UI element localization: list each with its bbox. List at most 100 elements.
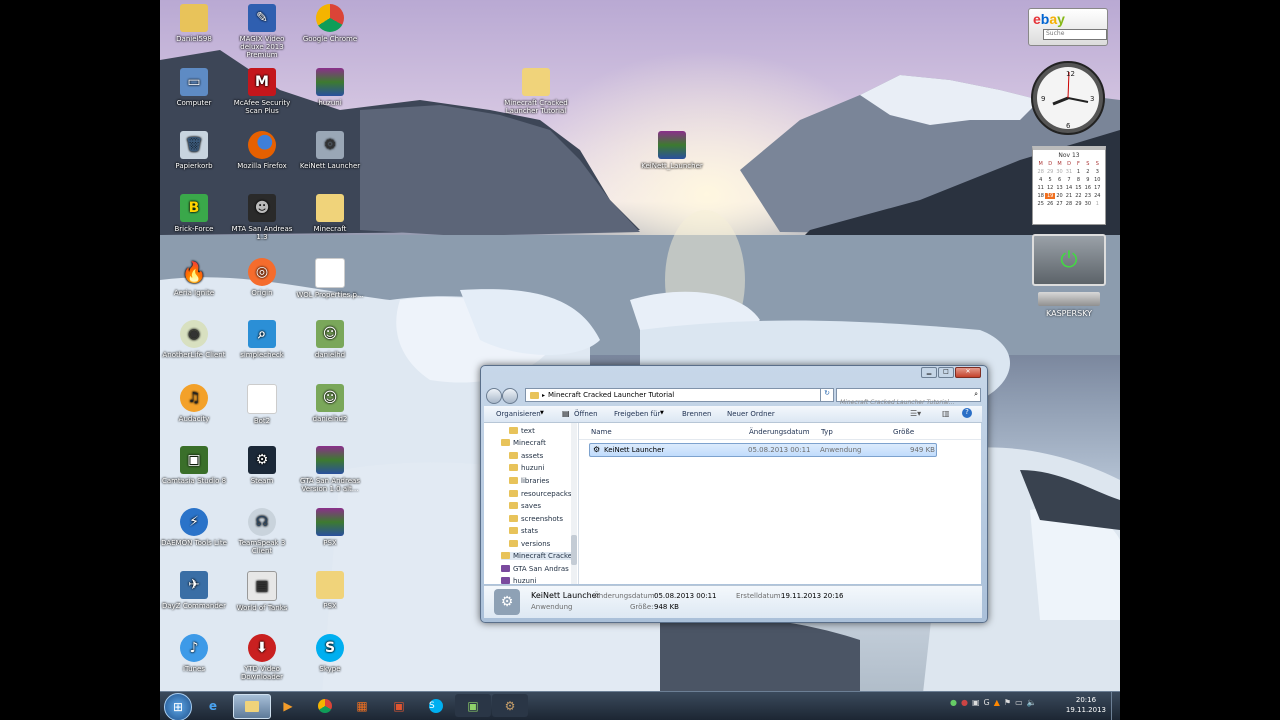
ebay-search-input[interactable]: Suche — [1043, 29, 1107, 40]
organize-menu[interactable]: Organisieren — [496, 410, 541, 418]
desktop-icon-keinett[interactable]: ⚙ KeiNett Launcher — [296, 131, 364, 170]
taskbar-app[interactable]: ▣ — [381, 694, 417, 717]
desktop-icon-keinett-floating[interactable]: KeiNett_Launcher — [638, 131, 706, 170]
calendar-day[interactable]: 22 — [1074, 193, 1083, 199]
taskbar-media-player[interactable]: ▶ — [270, 694, 306, 717]
desktop-icon-gta[interactable]: GTA San Andreas Version 1.0 alt... — [296, 446, 364, 493]
desktop-icon-danielhd2[interactable]: ☺ danielhd2 — [296, 384, 364, 423]
tree-item-minecraft-cracked[interactable]: Minecraft Cracke — [501, 552, 573, 560]
column-size[interactable]: Größe — [893, 428, 914, 436]
calendar-day[interactable]: 28 — [1064, 201, 1073, 207]
desktop-icon-anotherlife[interactable]: ◉ AnotherLife Client — [160, 320, 228, 359]
desktop-icon-computer[interactable]: ▭ Computer — [160, 68, 228, 107]
calendar-day[interactable]: 19 — [1045, 193, 1055, 199]
maximize-button[interactable]: □ — [938, 367, 954, 378]
desktop-icon-danielhd[interactable]: ☺ danielhd — [296, 320, 364, 359]
calendar-day[interactable]: 30 — [1055, 169, 1064, 175]
view-options-icon[interactable]: ☰▾ — [910, 409, 921, 418]
calendar-day[interactable]: 6 — [1055, 177, 1064, 183]
calendar-day[interactable]: 11 — [1036, 185, 1045, 191]
tree-item-resourcepacks[interactable]: resourcepacks — [509, 490, 572, 498]
show-desktop-button[interactable] — [1111, 692, 1120, 720]
calendar-day[interactable]: 27 — [1055, 201, 1064, 207]
desktop-icon-minecraft[interactable]: Minecraft — [296, 194, 364, 233]
tree-item-assets[interactable]: assets — [509, 452, 543, 460]
taskbar-explorer[interactable] — [233, 694, 271, 719]
start-button[interactable]: ⊞ — [164, 693, 192, 720]
calendar-day[interactable]: 1 — [1093, 201, 1102, 207]
calendar-day[interactable]: 15 — [1074, 185, 1083, 191]
calendar-day[interactable]: 7 — [1064, 177, 1073, 183]
desktop-icon-daniel598[interactable]: Daniel598 — [160, 4, 228, 43]
burn-button[interactable]: Brennen — [682, 410, 711, 418]
calendar-day[interactable]: 28 — [1036, 169, 1045, 175]
desktop-icon-firefox[interactable]: Mozilla Firefox — [228, 131, 296, 170]
column-type[interactable]: Typ — [821, 428, 833, 436]
volume-icon[interactable]: 🔈 — [1027, 698, 1037, 707]
calendar-day[interactable]: 25 — [1036, 201, 1045, 207]
desktop-icon-magix[interactable]: ✎ MAGIX Video deluxe 2013 Premium — [228, 4, 296, 59]
tree-item-huzuni[interactable]: huzuni — [509, 464, 544, 472]
calendar-day[interactable]: 26 — [1045, 201, 1054, 207]
calendar-day[interactable]: 10 — [1093, 177, 1102, 183]
desktop-icon-steam[interactable]: ⚙ Steam — [228, 446, 296, 485]
tree-item-huzuni-2[interactable]: huzuni — [501, 577, 536, 585]
calendar-day[interactable]: 24 — [1093, 193, 1102, 199]
taskbar-office[interactable]: ▦ — [344, 694, 380, 717]
share-menu[interactable]: Freigeben für — [614, 410, 660, 418]
calendar-day[interactable]: 5 — [1045, 177, 1054, 183]
desktop-icon-tutorial-folder[interactable]: Minecraft Cracked Launcher Tutorial — [500, 68, 572, 115]
calendar-day[interactable]: 16 — [1083, 185, 1092, 191]
back-button[interactable] — [486, 388, 502, 404]
nav-scrollbar[interactable] — [571, 423, 577, 584]
calendar-day[interactable]: 23 — [1083, 193, 1092, 199]
tray-icon[interactable]: ● — [950, 698, 957, 707]
desktop-icon-itunes[interactable]: ♪ iTunes — [160, 634, 228, 673]
flag-icon[interactable]: ⚑ — [1004, 698, 1011, 707]
file-row[interactable]: ⚙ KeiNett Launcher 05.08.2013 00:11 Anwe… — [589, 443, 937, 457]
search-input[interactable]: Minecraft Cracked Launcher Tutorial... ⌕ — [836, 388, 981, 406]
open-button[interactable]: Öffnen — [574, 410, 598, 418]
desktop-icon-bot2[interactable]: Bot2 — [228, 384, 296, 425]
address-bar[interactable]: ▸ Minecraft Cracked Launcher Tutorial — [525, 388, 821, 402]
calendar-day[interactable]: 17 — [1093, 185, 1102, 191]
tree-item-screenshots[interactable]: screenshots — [509, 515, 563, 523]
calendar-day[interactable]: 12 — [1045, 185, 1054, 191]
desktop-icon-mcafee[interactable]: M McAfee Security Scan Plus — [228, 68, 296, 115]
ebay-gadget[interactable]: ebay Suche — [1028, 8, 1108, 46]
column-date[interactable]: Änderungsdatum — [749, 428, 810, 436]
calendar-day[interactable]: 13 — [1055, 185, 1064, 191]
calendar-day[interactable]: 29 — [1045, 169, 1054, 175]
desktop-icon-origin[interactable]: ◎ Origin — [228, 258, 296, 297]
desktop-icon-camtasia[interactable]: ▣ Camtasia Studio 8 — [160, 446, 228, 485]
tree-item-libraries[interactable]: libraries — [509, 477, 549, 485]
refresh-button[interactable]: ↻ — [820, 388, 834, 402]
desktop-icon-mta[interactable]: ☻ MTA San Andreas 1.3 — [228, 194, 296, 241]
tree-item-text[interactable]: text — [509, 427, 535, 435]
desktop-icon-wot[interactable]: ▦ World of Tanks — [228, 571, 296, 612]
desktop-icon-daemon[interactable]: ⚡ DAEMON Tools Lite — [160, 508, 228, 547]
desktop-icon-psx2[interactable]: PSX — [296, 571, 364, 610]
minimize-button[interactable]: ▁ — [921, 367, 937, 378]
nav-scrollbar-thumb[interactable] — [571, 535, 577, 565]
tree-item-saves[interactable]: saves — [509, 502, 541, 510]
calendar-day[interactable]: 3 — [1093, 169, 1102, 175]
desktop-icon-huzuni[interactable]: huzuni — [296, 68, 364, 107]
desktop-icon-dayz[interactable]: ✈ DayZ Commander — [160, 571, 228, 610]
close-button[interactable]: ✕ — [955, 367, 981, 378]
desktop-icon-audacity[interactable]: ♫ Audacity — [160, 384, 228, 423]
desktop-icon-psx[interactable]: PSX — [296, 508, 364, 547]
clock[interactable]: 20:16 19.11.2013 — [1066, 695, 1106, 715]
tree-item-stats[interactable]: stats — [509, 527, 538, 535]
kaspersky-gadget[interactable]: ⏻ KASPERSKY — [1032, 234, 1106, 330]
calendar-day[interactable]: 29 — [1074, 201, 1083, 207]
tray-icon[interactable]: G — [984, 698, 990, 707]
calendar-day[interactable]: 4 — [1036, 177, 1045, 183]
calendar-day[interactable]: 31 — [1064, 169, 1073, 175]
tree-item-versions[interactable]: versions — [509, 540, 550, 548]
network-icon[interactable]: ▭ — [1015, 698, 1023, 707]
preview-pane-icon[interactable]: ▥ — [942, 409, 950, 418]
desktop-icon-skype[interactable]: S Skype — [296, 634, 364, 673]
calendar-day[interactable]: 9 — [1083, 177, 1092, 183]
calendar-day[interactable]: 21 — [1064, 193, 1073, 199]
